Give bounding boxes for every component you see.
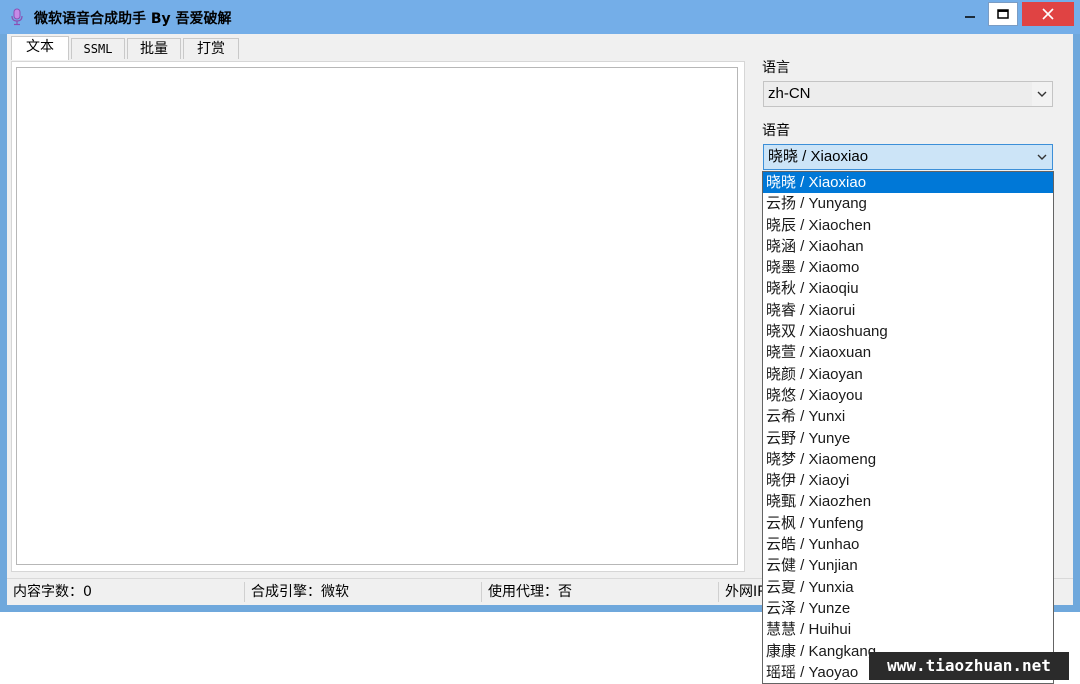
voice-value: 晓晓 / Xiaoxiao (768, 148, 869, 165)
minimize-button[interactable] (956, 2, 984, 26)
title-bar[interactable]: 微软语音合成助手 By 吾爱破解 (0, 0, 1080, 34)
close-icon (1042, 8, 1054, 20)
status-proxy: 使用代理：否 (484, 582, 719, 602)
watermark: www.tiaozhuan.net (869, 652, 1069, 680)
minimize-icon (965, 16, 975, 18)
voice-option[interactable]: 云泽 / Yunze (763, 598, 1053, 619)
maximize-button[interactable] (988, 2, 1018, 26)
voice-option[interactable]: 云希 / Yunxi (763, 406, 1053, 427)
voice-option[interactable]: 晓悠 / Xiaoyou (763, 385, 1053, 406)
voice-option[interactable]: 晓颜 / Xiaoyan (763, 364, 1053, 385)
status-engine: 合成引擎：微软 (247, 582, 482, 602)
voice-option[interactable]: 晓甄 / Xiaozhen (763, 491, 1053, 512)
text-editor[interactable] (16, 67, 738, 565)
tab-donate[interactable]: 打赏我 (183, 38, 239, 77)
voice-option[interactable]: 云夏 / Yunxia (763, 577, 1053, 598)
tab-panel-text (11, 61, 745, 572)
voice-option[interactable]: 云健 / Yunjian (763, 555, 1053, 576)
chevron-down-icon[interactable] (1032, 82, 1052, 106)
voice-option[interactable]: 晓梦 / Xiaomeng (763, 449, 1053, 470)
language-value: zh-CN (768, 85, 811, 102)
tab-text[interactable]: 文本 (11, 36, 69, 60)
tab-ssml[interactable]: SSML (71, 38, 125, 59)
voice-option[interactable]: 晓双 / Xiaoshuang (763, 321, 1053, 342)
voice-option[interactable]: 晓伊 / Xiaoyi (763, 470, 1053, 491)
voice-option[interactable]: 晓涵 / Xiaohan (763, 236, 1053, 257)
voice-option[interactable]: 晓晓 / Xiaoxiao (763, 172, 1053, 194)
voice-option[interactable]: 晓墨 / Xiaomo (763, 257, 1053, 278)
voice-label: 语音 (762, 123, 790, 139)
voice-option[interactable]: 云野 / Yunye (763, 428, 1053, 449)
voice-dropdown-list[interactable]: 晓晓 / Xiaoxiao 云扬 / Yunyang 晓辰 / Xiaochen 晓涵… (762, 171, 1054, 684)
close-button[interactable] (1022, 2, 1074, 26)
tab-batch[interactable]: 批量 (127, 38, 181, 59)
voice-option[interactable]: 云扬 / Yunyang (763, 193, 1053, 214)
chevron-down-icon[interactable] (1032, 145, 1052, 169)
status-char-count: 内容字数：0 (9, 582, 245, 602)
language-select[interactable]: zh-CN (763, 81, 1053, 107)
voice-option[interactable]: 晓睿 / Xiaorui (763, 300, 1053, 321)
voice-option[interactable]: 晓秋 / Xiaoqiu (763, 278, 1053, 299)
voice-option[interactable]: 晓辰 / Xiaochen (763, 215, 1053, 236)
maximize-icon (997, 9, 1009, 19)
voice-option[interactable]: 云枫 / Yunfeng (763, 513, 1053, 534)
microphone-icon (11, 8, 23, 26)
tab-strip: 文本 SSML 批量 打赏我 (11, 36, 241, 77)
voice-option[interactable]: 晓萱 / Xiaoxuan (763, 342, 1053, 363)
voice-select[interactable]: 晓晓 / Xiaoxiao (763, 144, 1053, 170)
voice-option[interactable]: 慧慧 / Huihui (763, 619, 1053, 640)
voice-option[interactable]: 云皓 / Yunhao (763, 534, 1053, 555)
language-label: 语言 (762, 60, 790, 76)
window-title: 微软语音合成助手 By 吾爱破解 (34, 11, 232, 27)
